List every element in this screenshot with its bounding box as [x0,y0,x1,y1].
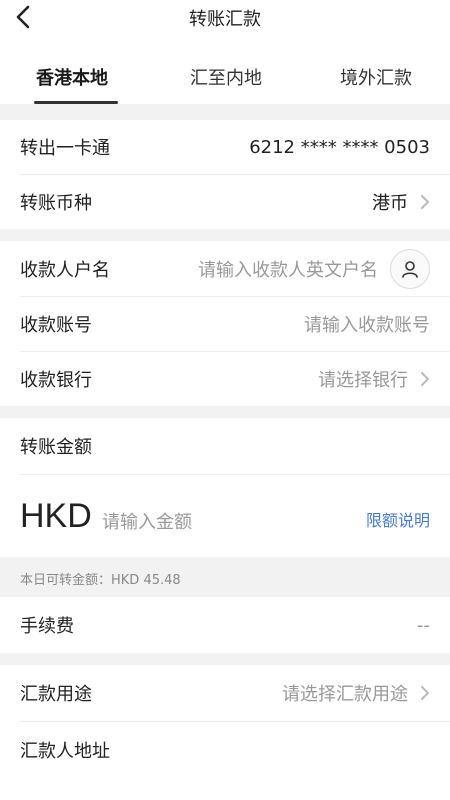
payee-name-label: 收款人户名 [20,259,110,281]
currency-value: 港币 [372,193,408,214]
transfer-screen: 转账汇款 香港本地 汇至内地 境外汇款 转出一卡通 6212 **** ****… [0,0,450,800]
currency-code: HKD [20,497,92,535]
payee-account-label: 收款账号 [20,315,92,336]
payee-name-row: 收款人户名 请输入收款人英文户名 [0,241,450,296]
fee-label: 手续费 [20,616,74,637]
top-bar: 转账汇款 [0,0,450,36]
chevron-left-icon [16,5,30,29]
from-account-label: 转出一卡通 [20,138,110,159]
fee-value: -- [417,614,430,636]
chevron-right-icon [418,195,432,209]
contact-person-icon [402,260,418,278]
amount-input-row: HKD 限额说明 [0,477,450,555]
chevron-right-icon [418,686,432,700]
amount-input[interactable] [100,507,324,537]
fee-row: 手续费 -- [0,597,450,653]
chevron-right-icon [418,372,432,386]
payee-account-row: 收款账号 请输入收款账号 [0,297,450,351]
remitter-address-row[interactable]: 汇款人地址 [0,722,450,778]
purpose-row[interactable]: 汇款用途 请选择汇款用途 [0,665,450,721]
amount-label: 转账金额 [20,437,92,458]
purpose-select[interactable]: 请选择汇款用途 [282,680,408,706]
page-title: 转账汇款 [189,9,261,30]
section-gap [0,229,450,241]
payee-bank-row[interactable]: 收款银行 请选择银行 [0,352,450,406]
payee-account-input[interactable]: 请输入收款账号 [304,311,430,337]
currency-row[interactable]: 转账币种 港币 [0,175,450,229]
tab-bar: 香港本地 汇至内地 境外汇款 [0,52,450,104]
back-button[interactable] [10,4,36,30]
remitter-address-label: 汇款人地址 [20,741,110,762]
payee-bank-label: 收款银行 [20,370,92,391]
tab-overseas[interactable]: 境外汇款 [340,64,412,90]
daily-limit-text: 本日可转金额：HKD 45.48 [20,573,181,588]
divider [20,474,450,475]
payee-bank-select[interactable]: 请选择银行 [318,366,408,392]
section-gap [0,406,450,418]
section-gap [0,104,450,120]
contact-picker-button[interactable] [390,248,430,289]
from-account-value: 6212 **** **** 0503 [249,136,430,158]
tab-to-mainland[interactable]: 汇至内地 [190,64,262,90]
payee-name-input[interactable]: 请输入收款人英文户名 [198,256,378,282]
currency-label: 转账币种 [20,193,92,214]
section-gap [0,653,450,665]
tab-hk-local[interactable]: 香港本地 [36,64,108,90]
daily-limit-info: 本日可转金额：HKD 45.48 [0,557,450,597]
limit-explanation-link[interactable]: 限额说明 [366,507,430,531]
purpose-label: 汇款用途 [20,684,92,705]
from-account-row: 转出一卡通 6212 **** **** 0503 [0,120,450,174]
amount-label-row: 转账金额 [0,418,450,474]
